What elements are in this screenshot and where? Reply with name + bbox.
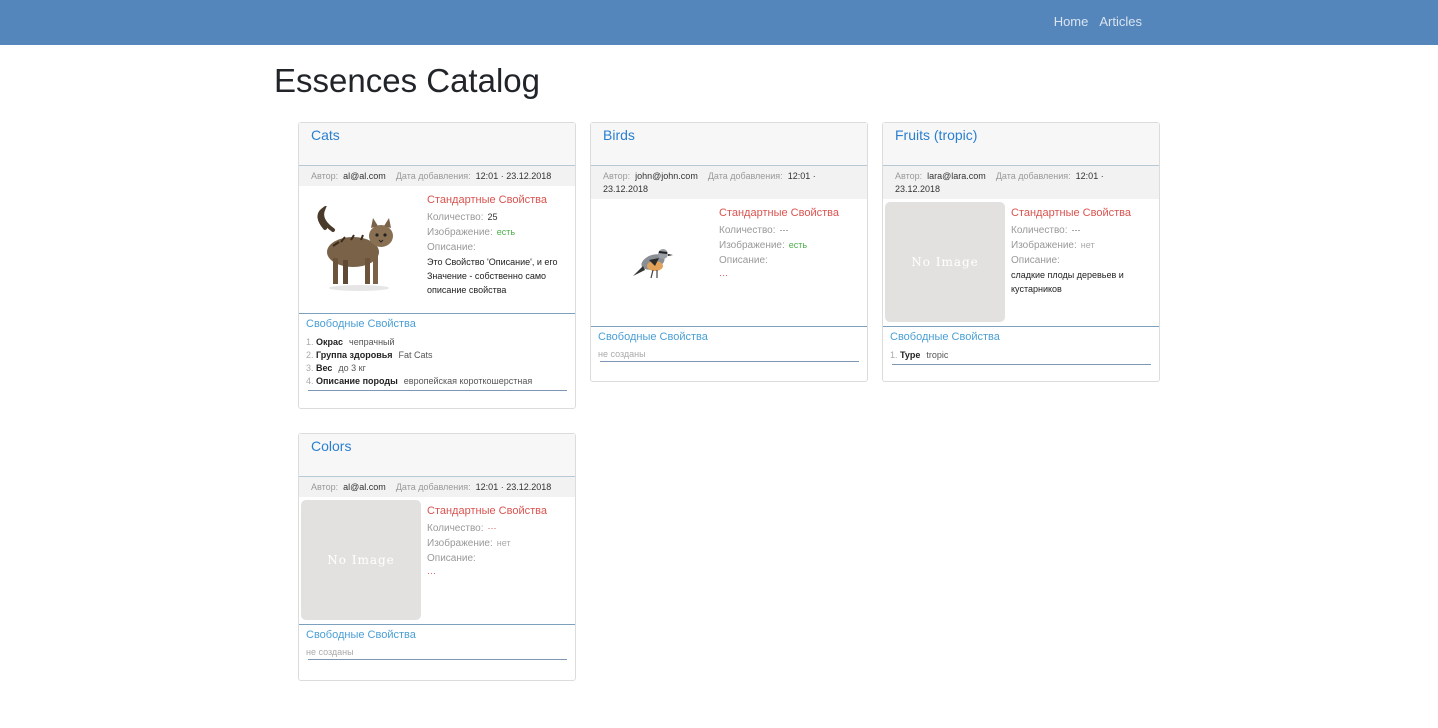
- free-properties: Свободные Свойства не созданы: [591, 326, 867, 362]
- author-value: al@al.com: [343, 171, 386, 181]
- card-title-link[interactable]: Fruits (tropic): [895, 127, 977, 143]
- card-title-link[interactable]: Cats: [311, 127, 340, 143]
- description-value: ···: [427, 568, 436, 578]
- cat-image: [301, 189, 421, 309]
- quantity-value: ···: [1071, 225, 1081, 235]
- free-props-list: Typetropic: [890, 349, 1155, 362]
- divider: [600, 361, 859, 362]
- card-body: Стандартные Свойства Количество: 25 Изобр…: [299, 186, 575, 313]
- essence-card-colors: Colors Автор: al@al.com Дата добавления:…: [298, 433, 576, 681]
- free-props-heading: Свободные Свойства: [306, 318, 416, 330]
- list-item: Группа здоровьяFat Cats: [316, 349, 571, 362]
- card-meta: Автор: lara@lara.com Дата добавления: 12…: [883, 166, 1159, 199]
- divider: [892, 364, 1151, 365]
- author-value: al@al.com: [343, 482, 386, 492]
- nav-links: Home Articles: [1054, 14, 1142, 29]
- card-header: Fruits (tropic): [883, 123, 1159, 166]
- standard-props-heading: Стандартные Свойства: [719, 207, 839, 219]
- page-title: Essences Catalog: [274, 62, 540, 99]
- description-value: сладкие плоды деревьев и кустарников: [1011, 270, 1124, 294]
- date-value: 12:01 · 23.12.2018: [475, 482, 552, 492]
- card-body: Стандартные Свойства Количество: ··· Изоб…: [591, 199, 867, 326]
- divider: [308, 390, 567, 391]
- divider: [308, 659, 567, 660]
- quantity-value: 25: [487, 212, 498, 222]
- no-image-placeholder: No Image: [885, 202, 1005, 322]
- essence-card-fruits: Fruits (tropic) Автор: lara@lara.com Дат…: [882, 122, 1160, 382]
- author-value: lara@lara.com: [927, 171, 986, 181]
- quantity-value: ···: [487, 523, 497, 533]
- standard-props-heading: Стандартные Свойства: [427, 505, 547, 517]
- author-value: john@john.com: [635, 171, 698, 181]
- card-title-link[interactable]: Colors: [311, 438, 351, 454]
- nav-home-link[interactable]: Home: [1054, 14, 1089, 29]
- card-meta: Автор: al@al.com Дата добавления: 12:01 …: [299, 477, 575, 497]
- standard-props-heading: Стандартные Свойства: [1011, 207, 1131, 219]
- list-item: Окрасчепрачный: [316, 336, 571, 349]
- card-meta: Автор: john@john.com Дата добавления: 12…: [591, 166, 867, 199]
- image-status: нет: [1080, 240, 1095, 250]
- card-header: Colors: [299, 434, 575, 477]
- description-value: Это Свойство 'Описание', и его Значение …: [427, 257, 558, 295]
- card-body: No Image Стандартные Свойства Количество…: [883, 199, 1159, 326]
- card-title-link[interactable]: Birds: [603, 127, 635, 143]
- no-image-placeholder: No Image: [301, 500, 421, 620]
- essence-card-birds: Birds Автор: john@john.com Дата добавлен…: [590, 122, 868, 382]
- standard-props-heading: Стандартные Свойства: [427, 194, 547, 206]
- free-props-list: Окрасчепрачный Группа здоровьяFat Cats В…: [306, 336, 571, 388]
- nav-articles-link[interactable]: Articles: [1099, 14, 1142, 29]
- free-props-heading: Свободные Свойства: [890, 331, 1000, 343]
- list-item: Весдо 3 кг: [316, 362, 571, 375]
- bird-image: [593, 202, 713, 322]
- card-header: Birds: [591, 123, 867, 166]
- image-status: есть: [788, 240, 808, 250]
- free-props-empty: не созданы: [306, 647, 354, 657]
- cat-illustration: [317, 206, 393, 291]
- free-props-heading: Свободные Свойства: [306, 629, 416, 641]
- image-status: есть: [496, 227, 516, 237]
- standard-properties: Стандартные Свойства Количество: 25 Изобр…: [421, 189, 573, 309]
- card-meta: Автор: al@al.com Дата добавления: 12:01 …: [299, 166, 575, 186]
- quantity-value: ···: [779, 225, 789, 235]
- bird-illustration: [633, 249, 673, 279]
- list-item: Описание породыевропейская короткошерстн…: [316, 375, 571, 388]
- standard-properties: Стандартные Свойства Количество: ··· Изоб…: [1005, 202, 1157, 322]
- card-body: No Image Стандартные Свойства Количество…: [299, 497, 575, 624]
- free-properties: Свободные Свойства Окрасчепрачный Группа…: [299, 313, 575, 391]
- image-status: нет: [496, 538, 511, 548]
- standard-properties: Стандартные Свойства Количество: ··· Изоб…: [713, 202, 865, 322]
- free-properties: Свободные Свойства Typetropic: [883, 326, 1159, 365]
- date-value: 12:01 · 23.12.2018: [475, 171, 552, 181]
- standard-properties: Стандартные Свойства Количество: ··· Изоб…: [421, 500, 573, 620]
- top-navbar: Home Articles: [0, 0, 1438, 45]
- essence-card-cats: Cats Автор: al@al.com Дата добавления: 1…: [298, 122, 576, 409]
- free-props-empty: не созданы: [598, 349, 646, 359]
- list-item: Typetropic: [900, 349, 1155, 362]
- description-value: ···: [719, 270, 728, 280]
- card-header: Cats: [299, 123, 575, 166]
- free-props-heading: Свободные Свойства: [598, 331, 708, 343]
- free-properties: Свободные Свойства не созданы: [299, 624, 575, 660]
